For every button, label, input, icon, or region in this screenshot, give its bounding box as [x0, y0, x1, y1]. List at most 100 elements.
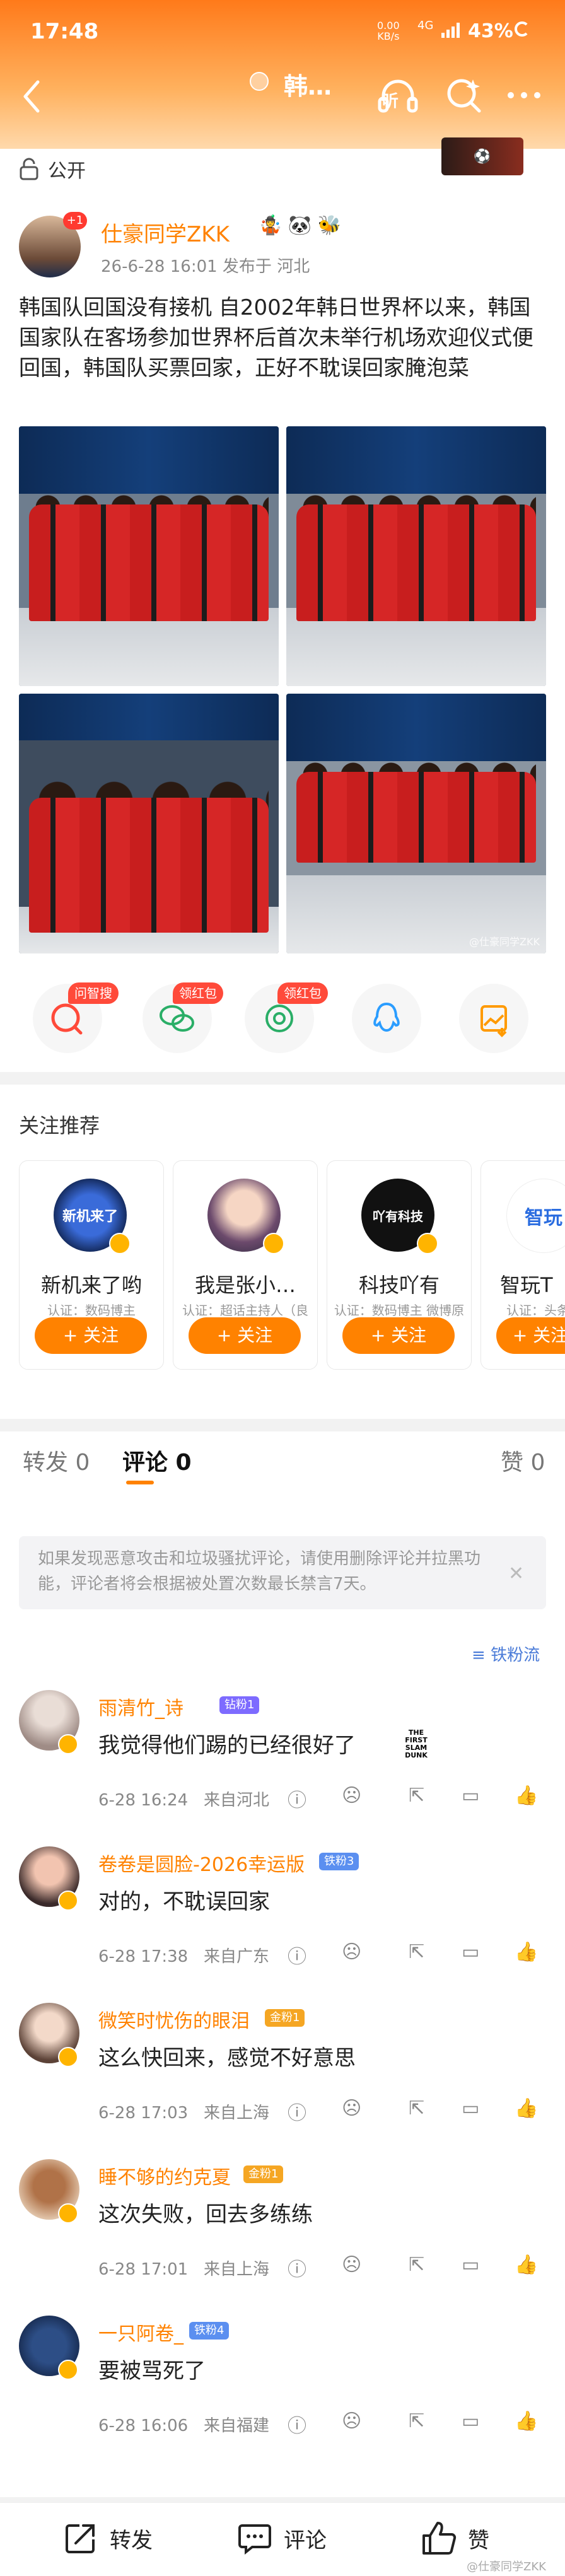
follow-button[interactable]: + 关注 — [189, 1317, 301, 1354]
recommend-card[interactable]: 我是张小… 认证：超话主持人（良叔的搞… + 关注 — [173, 1160, 318, 1370]
report-icon[interactable]: ⓘ — [288, 1941, 306, 1969]
speed-value: 0.00 — [377, 20, 400, 32]
share-icon[interactable]: ⇱ — [409, 1941, 424, 1963]
page-watermark: @仕豪同学ZKK — [467, 2560, 546, 2573]
share-icon[interactable]: ⇱ — [409, 2097, 424, 2119]
comment-location: 来自福建 — [204, 2416, 270, 2435]
comment-meta: 6-28 17:38 来自广东 — [98, 1944, 269, 1967]
reply-icon[interactable]: ▭ — [462, 1785, 479, 1807]
search-icon[interactable] — [443, 73, 487, 117]
recommend-card[interactable]: 新机来了 新机来了哟 认证：数码博主 + 关注 — [19, 1160, 164, 1370]
post-meta: 26-6-28 16:01 发布于 河北 — [101, 257, 310, 276]
comment-meta: 6-28 16:06 来自福建 — [98, 2413, 269, 2436]
like-icon[interactable]: 👍 — [515, 1785, 538, 1807]
comment-meta: 6-28 16:24 来自河北 — [98, 1787, 269, 1810]
commenter-name[interactable]: 睡不够的约克夏 — [98, 2162, 231, 2189]
dislike-icon[interactable]: ☹ — [342, 2097, 361, 2119]
follow-button[interactable]: + 关注 — [496, 1317, 565, 1354]
save-image-icon — [481, 1005, 507, 1037]
commenter-name[interactable]: 微笑时忧伤的眼泪 — [98, 2005, 250, 2033]
commenter-name[interactable]: 卷卷是圆脸-2026幸运版 — [98, 1849, 305, 1877]
like-icon[interactable]: 👍 — [515, 2410, 538, 2432]
comment-meta: 6-28 17:01 来自上海 — [98, 2256, 269, 2280]
red-packet-tag-2: 领红包 — [277, 982, 328, 1004]
reply-icon[interactable]: ▭ — [462, 2410, 479, 2432]
dislike-icon[interactable]: ☹ — [342, 2254, 361, 2276]
red-packet-tag-1: 领红包 — [173, 982, 223, 1004]
comment-label: 评论 — [284, 2527, 327, 2553]
listen-label: 听 — [382, 92, 399, 111]
fan-flow-label: 铁粉流 — [491, 1646, 540, 1665]
repost-icon — [66, 2524, 95, 2553]
report-icon[interactable]: ⓘ — [288, 1785, 306, 1812]
comments-section — [0, 1488, 565, 2497]
like-icon[interactable]: 👍 — [515, 2097, 538, 2119]
share-icon[interactable]: ⇱ — [409, 1785, 424, 1807]
recommend-card[interactable]: 智玩 智玩T 认证：头条文章 + 关注 — [481, 1160, 565, 1370]
fan-flow-filter[interactable]: ≡ 铁粉流 — [472, 1642, 540, 1665]
post-image-1[interactable] — [19, 426, 279, 686]
visibility-label: 公开 — [48, 160, 86, 182]
comment-button[interactable]: 评论 — [235, 2516, 327, 2560]
battery-icon — [515, 21, 530, 37]
comment-time: 6-28 16:24 — [98, 1791, 189, 1810]
share-icon[interactable]: ⇱ — [409, 2254, 424, 2276]
like-icon[interactable]: 👍 — [515, 1941, 538, 1963]
fan-level-badge: 铁粉3 — [319, 1853, 359, 1870]
verified-icon — [58, 2360, 78, 2380]
status-speed: 0.00 KB/s — [377, 20, 400, 42]
comment-location: 来自上海 — [204, 2104, 270, 2123]
signal-icon — [441, 23, 460, 38]
repost-button[interactable]: 转发 — [61, 2516, 153, 2560]
qq-icon — [373, 1002, 400, 1032]
commenter-name[interactable]: 一只阿卷_ — [98, 2318, 183, 2346]
verified-icon — [58, 2203, 78, 2223]
dislike-icon[interactable]: ☹ — [342, 1785, 361, 1807]
sticker-image[interactable]: THE FIRST SLAM DUNK — [399, 1729, 434, 1759]
share-icon[interactable]: ⇱ — [409, 2410, 424, 2432]
close-icon[interactable]: ✕ — [508, 1563, 524, 1585]
reply-icon[interactable]: ▭ — [462, 2097, 479, 2119]
recommend-name: 智玩T — [500, 1273, 553, 1297]
reply-icon[interactable]: ▭ — [462, 2254, 479, 2276]
post-image-3[interactable] — [19, 694, 279, 953]
recommend-card[interactable]: 吖有科技 科技吖有 认证：数码博主 微博原创视频… + 关注 — [327, 1160, 472, 1370]
commenter-name[interactable]: 雨清竹_诗 — [98, 1693, 183, 1720]
post-image-2[interactable] — [286, 426, 546, 686]
recommend-avatar: 智玩 — [506, 1179, 565, 1253]
fan-level-badge: 金粉1 — [265, 2009, 305, 2027]
like-button[interactable]: 赞 — [419, 2516, 489, 2560]
dislike-icon[interactable]: ☹ — [342, 2410, 361, 2432]
author-name[interactable]: 仕豪同学ZKK — [101, 217, 230, 248]
report-icon[interactable]: ⓘ — [288, 2410, 306, 2438]
save-image-button[interactable] — [459, 984, 528, 1053]
recommend-desc: 认证：数码博主 — [47, 1303, 136, 1318]
verified-icon — [58, 1734, 78, 1754]
back-arrow-icon[interactable] — [19, 74, 44, 119]
verified-icon — [58, 1891, 78, 1911]
follow-button[interactable]: + 关注 — [35, 1317, 147, 1354]
like-label: 赞 — [468, 2527, 489, 2553]
tab-comment[interactable]: 评论 0 — [122, 1444, 192, 1477]
follow-button[interactable]: + 关注 — [342, 1317, 455, 1354]
tab-repost[interactable]: 转发 0 — [23, 1444, 90, 1477]
post-image-4[interactable]: @仕豪同学ZKK — [286, 694, 546, 953]
tab-like[interactable]: 赞 0 — [501, 1444, 545, 1477]
event-banner-image[interactable]: ⚽ — [441, 137, 523, 175]
reply-icon[interactable]: ▭ — [462, 1941, 479, 1963]
comment-time: 6-28 17:01 — [98, 2260, 189, 2279]
network-type: 4G — [417, 19, 434, 32]
report-icon[interactable]: ⓘ — [288, 2254, 306, 2282]
status-time: 17:48 — [30, 19, 99, 44]
comment-text: 要被骂死了 — [98, 2358, 206, 2384]
fan-level-badge: 铁粉4 — [189, 2322, 230, 2340]
report-icon[interactable]: ⓘ — [288, 2097, 306, 2125]
qq-share-button[interactable] — [352, 984, 421, 1053]
tab-active-indicator — [126, 1481, 154, 1484]
more-icon[interactable] — [502, 73, 546, 117]
dislike-icon[interactable]: ☹ — [342, 1941, 361, 1963]
recommend-name: 新机来了哟 — [40, 1273, 142, 1297]
recommend-name: 我是张小… — [194, 1273, 296, 1297]
ask-search-tag: 问智搜 — [68, 982, 119, 1004]
like-icon[interactable]: 👍 — [515, 2254, 538, 2276]
